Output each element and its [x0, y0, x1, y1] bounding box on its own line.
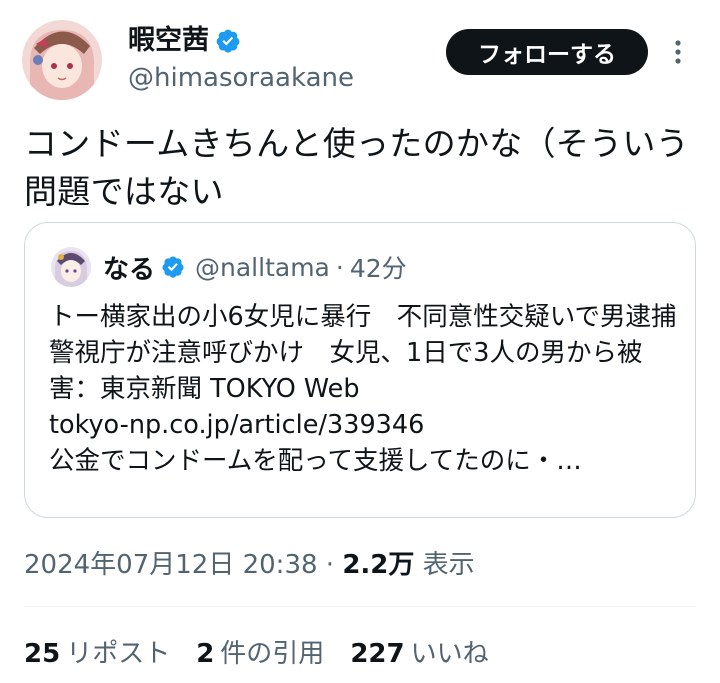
meta-separator: · [325, 550, 335, 580]
reposts-stat[interactable]: 25 リポスト [24, 636, 170, 672]
quotes-label: 件の引用 [220, 639, 325, 669]
more-options-icon[interactable] [668, 38, 688, 66]
quoted-author-handle: @nalltama [195, 252, 330, 282]
likes-count: 227 [350, 639, 405, 669]
likes-stat[interactable]: 227 いいね [350, 636, 488, 672]
views-label: 表示 [422, 550, 475, 580]
author-display-name[interactable]: 暇空茜 [128, 24, 209, 58]
divider [24, 606, 696, 607]
quoted-author-name: なる [103, 254, 156, 285]
quoted-tweet-body: トー横家出の小6女児に暴行 不同意性交疑いで男逮捕 警視庁が注意呼びかけ 女児、… [49, 302, 677, 476]
quotes-count: 2 [196, 639, 215, 669]
reposts-count: 25 [24, 639, 61, 669]
author-handle[interactable]: @himasoraakane [128, 62, 354, 94]
tweet-meta: 2024年07月12日 20:38 · 2.2万 表示 [24, 547, 475, 583]
quoted-tweet-header: なる @nalltama · 42分 [51, 247, 407, 287]
quoted-separator: · [335, 252, 344, 282]
likes-label: いいね [410, 639, 489, 669]
follow-button[interactable]: フォローする [446, 29, 648, 75]
quoted-timestamp: 42分 [349, 254, 407, 283]
reposts-label: リポスト [66, 639, 171, 669]
verified-badge-icon [162, 256, 184, 278]
quoted-author-avatar [51, 247, 91, 287]
quotes-stat[interactable]: 2 件の引用 [196, 636, 324, 672]
author-avatar[interactable] [22, 20, 102, 100]
tweet-timestamp[interactable]: 2024年07月12日 20:38 [24, 550, 318, 580]
tweet-text: コンドームきちんと使ったのかな（そういう問題ではない [24, 124, 690, 211]
engagement-stats: 25 リポスト 2 件の引用 227 いいね [24, 636, 489, 672]
quoted-tweet[interactable]: なる @nalltama · 42分 トー横家出の小6女児に暴行 不同意性交疑い… [24, 222, 696, 518]
views-count: 2.2万 [342, 550, 415, 580]
author-name-row[interactable]: 暇空茜 [128, 24, 241, 58]
verified-badge-icon [216, 29, 240, 53]
